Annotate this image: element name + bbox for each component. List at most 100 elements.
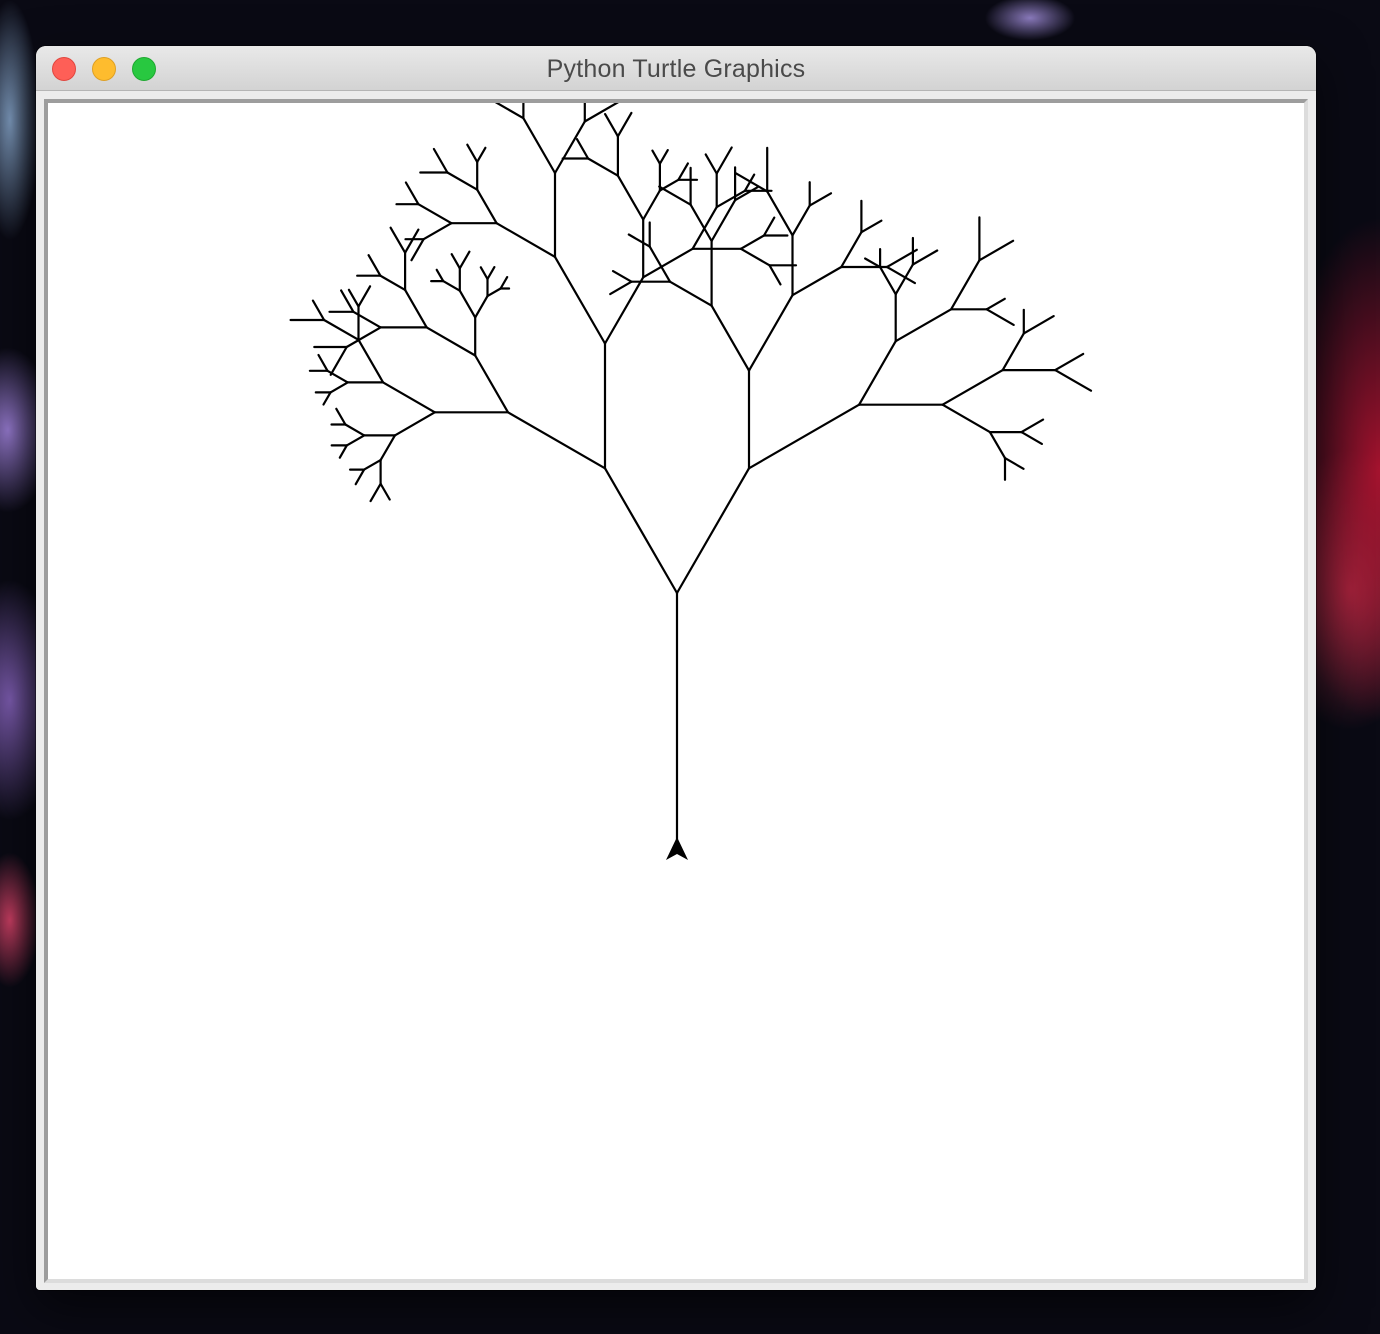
tree-branch bbox=[651, 149, 662, 165]
tree-branch bbox=[1054, 352, 1085, 372]
tree-branch bbox=[808, 192, 833, 207]
tree-branch bbox=[369, 482, 382, 503]
tree-branch bbox=[739, 247, 771, 267]
tree-branch bbox=[762, 216, 776, 237]
tree-branch bbox=[603, 467, 679, 595]
tree-branch bbox=[435, 268, 445, 283]
tree-branch bbox=[311, 299, 326, 322]
tree-branch bbox=[575, 138, 590, 160]
tree-branch bbox=[499, 276, 509, 290]
tree-branch bbox=[317, 353, 329, 372]
tree-branch bbox=[417, 203, 453, 225]
tree-branch bbox=[553, 255, 607, 345]
tree-branch bbox=[553, 120, 586, 175]
tree-branch bbox=[494, 103, 525, 120]
tree-branch bbox=[522, 117, 557, 175]
tree-branch bbox=[768, 264, 782, 286]
tree-branch bbox=[642, 189, 662, 221]
tree-branch bbox=[379, 274, 407, 291]
turtle-canvas[interactable] bbox=[44, 99, 1308, 1283]
tree-branch bbox=[586, 157, 620, 177]
tree-branch bbox=[442, 280, 461, 292]
tree-branch bbox=[1020, 418, 1045, 434]
tree-branch bbox=[446, 171, 479, 191]
tree-branch bbox=[1020, 431, 1044, 445]
tree-branch bbox=[840, 231, 863, 269]
tree-branch bbox=[715, 189, 747, 209]
tree-branch bbox=[863, 257, 882, 269]
tree-branch bbox=[476, 146, 487, 164]
turtle-window: Python Turtle Graphics bbox=[36, 46, 1316, 1290]
tree-branch bbox=[363, 459, 382, 471]
tree-branch bbox=[323, 318, 360, 341]
tree-branch bbox=[894, 308, 953, 343]
tree-branch bbox=[344, 423, 366, 437]
tree-branch bbox=[322, 391, 332, 406]
fractal-tree-drawing bbox=[289, 103, 1093, 860]
tree-branch bbox=[860, 219, 883, 234]
tree-branch bbox=[329, 345, 348, 376]
tree-branch bbox=[347, 288, 360, 308]
tree-branch bbox=[474, 354, 510, 414]
tree-branch bbox=[1022, 315, 1055, 335]
tree-branch bbox=[710, 199, 737, 243]
tree-branch bbox=[611, 270, 633, 283]
tree-branch bbox=[583, 103, 619, 123]
tree-branch bbox=[857, 340, 897, 406]
tree-branch bbox=[393, 411, 436, 437]
tree-branch bbox=[941, 403, 992, 434]
turtle-arrow-icon bbox=[666, 837, 688, 860]
tree-branch bbox=[734, 171, 769, 193]
tree-branch bbox=[985, 297, 1006, 311]
tree-branch bbox=[367, 254, 382, 277]
tree-branch bbox=[379, 434, 396, 462]
tree-branch bbox=[506, 411, 607, 470]
tree-branch bbox=[603, 113, 620, 138]
tree-branch bbox=[326, 369, 349, 384]
tree-branch bbox=[382, 381, 436, 414]
tree-branch bbox=[450, 253, 461, 270]
tree-branch bbox=[704, 153, 718, 175]
tree-branch bbox=[941, 369, 1004, 406]
tree-branch bbox=[616, 111, 633, 138]
tree-branch bbox=[642, 247, 694, 279]
tree-branch bbox=[747, 403, 861, 470]
tree-branch bbox=[1054, 369, 1093, 392]
tree-branch bbox=[658, 148, 669, 165]
tree-branch bbox=[404, 288, 428, 329]
tree-branch bbox=[479, 266, 489, 281]
tree-branch bbox=[335, 407, 347, 426]
tree-branch bbox=[357, 338, 385, 384]
tree-branch bbox=[404, 228, 420, 254]
canvas-area bbox=[36, 91, 1316, 1290]
tree-branch bbox=[668, 280, 713, 307]
tree-branch bbox=[389, 226, 407, 254]
tree-branch bbox=[404, 181, 420, 206]
tree-branch bbox=[791, 204, 811, 237]
tree-branch bbox=[677, 162, 690, 181]
tree-branch bbox=[658, 185, 692, 206]
tree-branch bbox=[458, 289, 477, 319]
tree-branch bbox=[486, 266, 496, 281]
tree-branch bbox=[949, 259, 981, 311]
tree-branch bbox=[345, 434, 366, 447]
tree-branch bbox=[379, 482, 391, 501]
window-title: Python Turtle Graphics bbox=[546, 55, 806, 83]
tree-branch bbox=[476, 188, 498, 225]
tree-branch bbox=[1003, 457, 1025, 470]
title-bar[interactable]: Python Turtle Graphics bbox=[36, 46, 1316, 91]
tree-branch bbox=[458, 250, 471, 270]
tree-branch bbox=[486, 287, 502, 298]
tree-branch bbox=[410, 238, 425, 262]
tree-branch bbox=[432, 147, 449, 174]
tree-branch bbox=[425, 326, 477, 357]
tree-branch bbox=[422, 222, 453, 241]
tree-branch bbox=[474, 295, 489, 319]
tree-branch bbox=[766, 190, 794, 237]
tree-branch bbox=[357, 285, 372, 308]
tree-branch bbox=[791, 265, 843, 297]
tree-branch bbox=[747, 294, 794, 372]
tree-branch bbox=[985, 308, 1015, 326]
tree-branch bbox=[338, 444, 348, 459]
tree-branch bbox=[627, 233, 651, 248]
